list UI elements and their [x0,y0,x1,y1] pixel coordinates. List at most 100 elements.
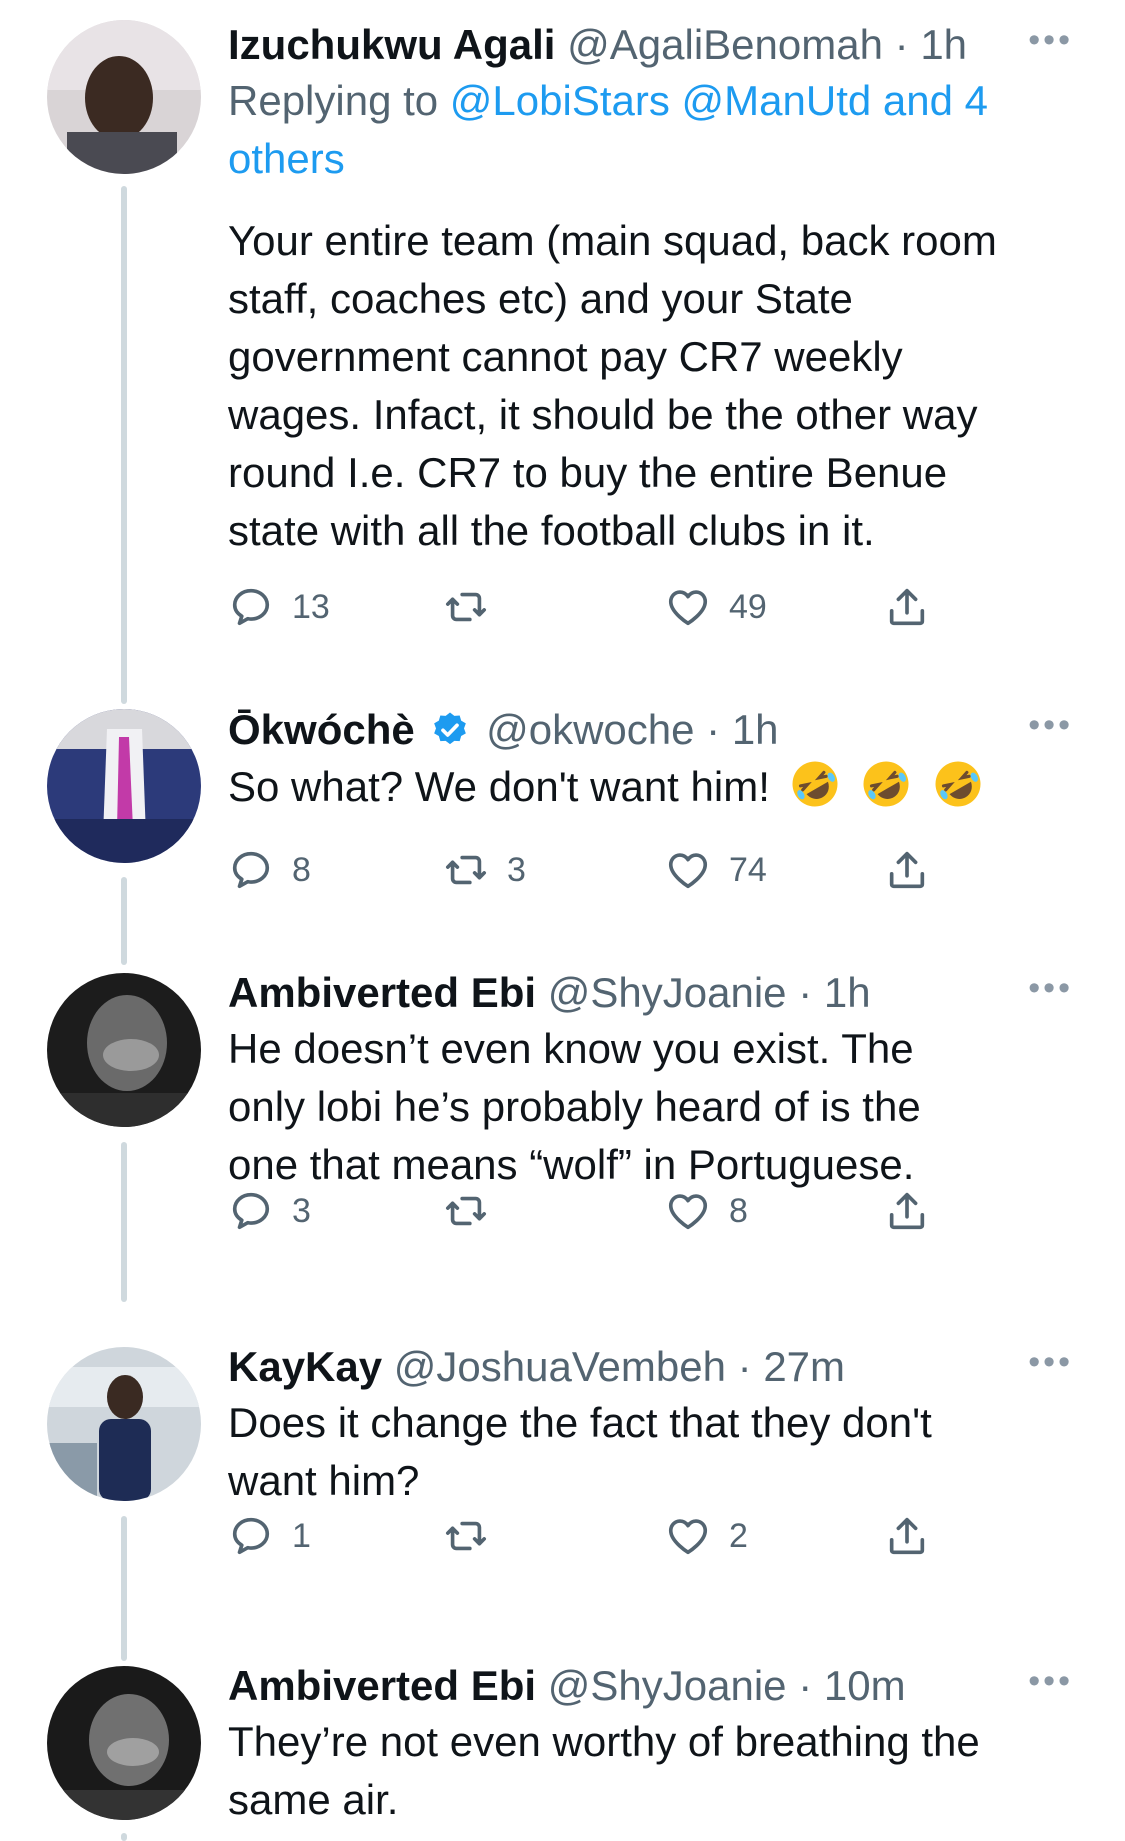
handle[interactable]: @AgaliBenomah [567,21,883,68]
thread-line [121,877,127,965]
timestamp[interactable]: 10m [824,1662,906,1709]
rolling-on-floor-laughing-icon [935,761,981,807]
tweet-header: Ōkwóchè @okwoche · 1h [228,705,1065,755]
text-line: same air. [228,1776,399,1823]
avatar[interactable] [47,709,201,863]
avatar[interactable] [47,20,201,174]
tweet-header: KayKay @JoshuaVembeh · 27m [228,1342,1065,1392]
reply-icon [232,588,270,626]
retweet-button[interactable] [443,1511,507,1561]
text-content: So what? We don't want him! [228,763,770,810]
thread-line [121,186,127,704]
reply-count: 3 [292,1191,311,1230]
share-button[interactable] [884,582,930,632]
share-icon [889,1192,925,1230]
replying-to: Replying to @LobiStars @ManUtd and 4 oth… [228,72,1065,188]
retweet-icon [445,1521,487,1551]
display-name[interactable]: Ōkwóchè [228,706,415,753]
separator: · [798,1662,813,1709]
text-line: only lobi he’s probably heard of is the [228,1083,921,1130]
tweet-header: Ambiverted Ebi @ShyJoanie · 10m [228,1661,1065,1711]
tweet-actions: 13 49 [228,582,968,632]
reply-count: 8 [292,850,311,889]
share-button[interactable] [884,1511,930,1561]
like-button[interactable]: 49 [665,582,767,632]
avatar[interactable] [47,973,201,1127]
text-line: Your entire team (main squad, back room [228,217,997,264]
more-options-icon[interactable]: ••• [1028,968,1073,1008]
reply-count: 13 [292,587,330,626]
more-options-icon[interactable]: ••• [1028,705,1073,745]
tweet-text: Does it change the fact that they don't … [228,1394,1075,1510]
tweet-header: Ambiverted Ebi @ShyJoanie · 1h [228,968,1065,1018]
retweet-icon [445,592,487,622]
thread-line [121,1142,127,1302]
reply-button[interactable]: 13 [228,582,330,632]
like-button[interactable]: 8 [665,1186,748,1236]
retweet-button[interactable]: 3 [443,845,526,895]
share-icon [889,1517,925,1555]
thread-line [121,1833,127,1841]
timestamp[interactable]: 1h [920,21,967,68]
more-options-icon[interactable]: ••• [1028,1342,1073,1382]
handle[interactable]: @ShyJoanie [548,1662,787,1709]
share-button[interactable] [884,1186,930,1236]
display-name[interactable]: Ambiverted Ebi [228,969,536,1016]
retweet-count: 3 [507,850,526,889]
reply-icon [232,851,270,889]
text-line: wages. Infact, it should be the other wa… [228,391,978,438]
text-line: They’re not even worthy of breathing the [228,1718,980,1765]
timestamp[interactable]: 1h [824,969,871,1016]
retweet-button[interactable] [443,1186,507,1236]
retweet-button[interactable] [443,582,507,632]
reply-button[interactable]: 3 [228,1186,311,1236]
tweet-text: Your entire team (main squad, back room … [228,212,1075,560]
handle[interactable]: @ShyJoanie [548,969,787,1016]
replying-to-prefix: Replying to [228,77,439,124]
like-count: 74 [729,850,767,889]
replying-to-link[interactable]: @LobiStars @ManUtd and 4 [450,77,988,124]
display-name[interactable]: Ambiverted Ebi [228,1662,536,1709]
like-button[interactable]: 2 [665,1511,748,1561]
reply-icon [232,1517,270,1555]
text-line: round I.e. CR7 to buy the entire Benue [228,449,948,496]
heart-icon [668,1194,708,1230]
avatar[interactable] [47,1666,201,1820]
handle[interactable]: @JoshuaVembeh [394,1343,726,1390]
retweet-icon [445,1196,487,1226]
reply-button[interactable]: 8 [228,845,311,895]
heart-icon [668,590,708,626]
separator: · [798,969,813,1016]
text-line: Does it change the fact that they don't [228,1399,932,1446]
display-name[interactable]: KayKay [228,1343,382,1390]
tweet-text: They’re not even worthy of breathing the… [228,1713,1075,1829]
replying-to-others-link[interactable]: others [228,130,1065,188]
separator: · [706,706,721,753]
reply-icon [232,1192,270,1230]
rolling-on-floor-laughing-icon [792,761,838,807]
heart-icon [668,853,708,889]
tweet-header: Izuchukwu Agali @AgaliBenomah · 1h [228,20,1065,70]
text-line: He doesn’t even know you exist. The [228,1025,914,1072]
like-button[interactable]: 74 [665,845,767,895]
tweet-text: He doesn’t even know you exist. The only… [228,1020,1075,1194]
like-count: 8 [729,1191,748,1230]
more-options-icon[interactable]: ••• [1028,20,1073,60]
tweet-actions: 3 8 [228,1186,968,1236]
reply-button[interactable]: 1 [228,1511,311,1561]
share-button[interactable] [884,845,930,895]
thread-line [121,1516,127,1661]
text-line: government cannot pay CR7 weekly [228,333,903,380]
display-name[interactable]: Izuchukwu Agali [228,21,555,68]
text-line: So what? We don't want him! [228,757,1075,816]
like-count: 49 [729,587,767,626]
verified-badge-icon [434,712,467,745]
tweet-actions: 8 3 74 [228,845,968,895]
timestamp[interactable]: 27m [763,1343,845,1390]
share-icon [889,588,925,626]
timestamp[interactable]: 1h [732,706,779,753]
like-count: 2 [729,1516,748,1555]
avatar[interactable] [47,1347,201,1501]
more-options-icon[interactable]: ••• [1028,1661,1073,1701]
handle[interactable]: @okwoche [486,706,694,753]
